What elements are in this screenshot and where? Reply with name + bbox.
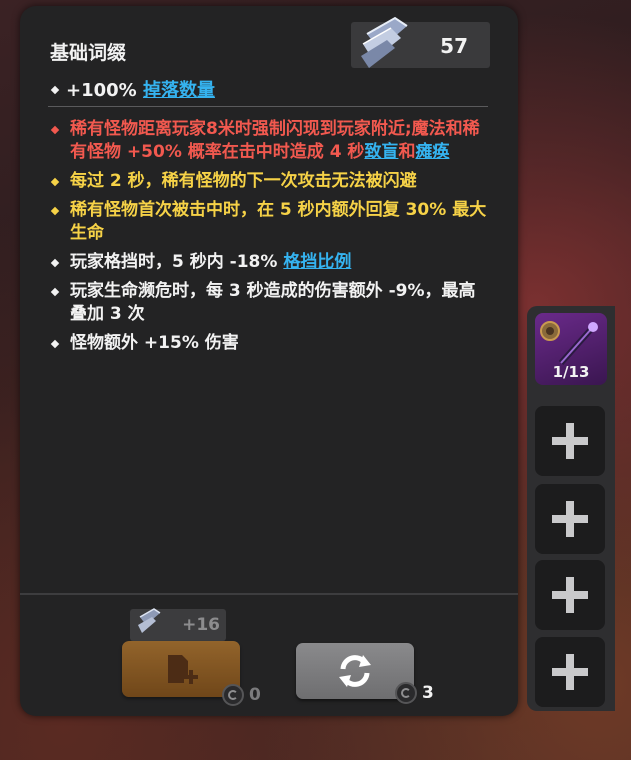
crystal-shard-icon	[138, 608, 161, 633]
bullet-icon	[50, 85, 60, 95]
crystal-shard-icon	[361, 16, 408, 68]
affix-text: 每过 2 秒，稀有怪物的下一次攻击无法被闪避	[70, 171, 417, 191]
empty-slot-add-icon[interactable]	[535, 560, 605, 630]
empty-slot-add-icon[interactable]	[535, 406, 605, 476]
bullet-icon	[50, 206, 60, 216]
shard-bonus-text: +16	[182, 615, 220, 635]
add-document-icon	[168, 655, 198, 684]
bullet-icon	[50, 125, 60, 135]
affix-text: 玩家格挡时，5 秒内 -18%	[70, 252, 284, 272]
affix-line: 稀有怪物距离玩家8米时强制闪现到玩家附近;魔法和稀有怪物 +50% 概率在击中时…	[50, 118, 490, 164]
keyword-link[interactable]: 瘫痪	[415, 142, 449, 162]
shard-counter: 57	[351, 16, 490, 68]
coin-icon	[222, 684, 244, 706]
affix-text: 和	[398, 142, 416, 162]
add-affix-button[interactable]	[122, 641, 240, 697]
drop-quantity-link[interactable]: 掉落数量	[143, 80, 215, 101]
add-shard-bonus: +16	[130, 608, 226, 641]
equipped-item-slot[interactable]: 1/13	[535, 313, 607, 385]
empty-slot-add-icon[interactable]	[535, 637, 605, 707]
affix-line: 稀有怪物首次被击中时，在 5 秒内额外回复 30% 最大生命	[50, 199, 490, 245]
bullet-icon	[50, 339, 60, 349]
refresh-icon	[339, 655, 371, 687]
add-affix-cost-value: 0	[249, 685, 261, 705]
affix-line: 玩家生命濒危时，每 3 秒造成的伤害额外 -9%，最高叠加 3 次	[50, 280, 490, 326]
base-affix: +100% 掉落数量	[50, 76, 215, 102]
keyword-link[interactable]: 致盲	[364, 142, 398, 162]
coin-icon	[395, 682, 417, 704]
empty-slot-add-icon[interactable]	[535, 484, 605, 554]
affix-line: 怪物额外 +15% 伤害	[50, 332, 490, 355]
affix-panel: 基础词缀 57 +100% 掉落数量 稀有怪物距离玩家8米时强制闪现到玩家附近;…	[20, 6, 518, 716]
bullet-icon	[50, 287, 60, 297]
divider	[48, 106, 488, 107]
affix-text: 玩家生命濒危时，每 3 秒造成的伤害额外 -9%，最高叠加 3 次	[70, 281, 476, 324]
affix-list: 稀有怪物距离玩家8米时强制闪现到玩家附近;魔法和稀有怪物 +50% 概率在击中时…	[50, 118, 490, 361]
affix-line: 每过 2 秒，稀有怪物的下一次攻击无法被闪避	[50, 170, 490, 193]
bullet-icon	[50, 258, 60, 268]
item-count: 1/13	[552, 363, 590, 381]
affix-text: 稀有怪物首次被击中时，在 5 秒内额外回复 30% 最大生命	[70, 200, 487, 243]
affix-text: 怪物额外 +15% 伤害	[70, 333, 239, 353]
affix-line: 玩家格挡时，5 秒内 -18% 格挡比例	[50, 251, 490, 274]
shard-count: 57	[440, 34, 468, 58]
footer-divider	[20, 593, 518, 595]
keyword-link[interactable]: 格挡比例	[283, 252, 351, 272]
bullet-icon	[50, 177, 60, 187]
base-affix-value: +100%	[66, 80, 143, 101]
reroll-cost-value: 3	[422, 683, 434, 703]
panel-title: 基础词缀	[50, 42, 127, 64]
affix-text: 稀有怪物距离玩家8米时强制闪现到玩家附近;	[70, 119, 412, 139]
